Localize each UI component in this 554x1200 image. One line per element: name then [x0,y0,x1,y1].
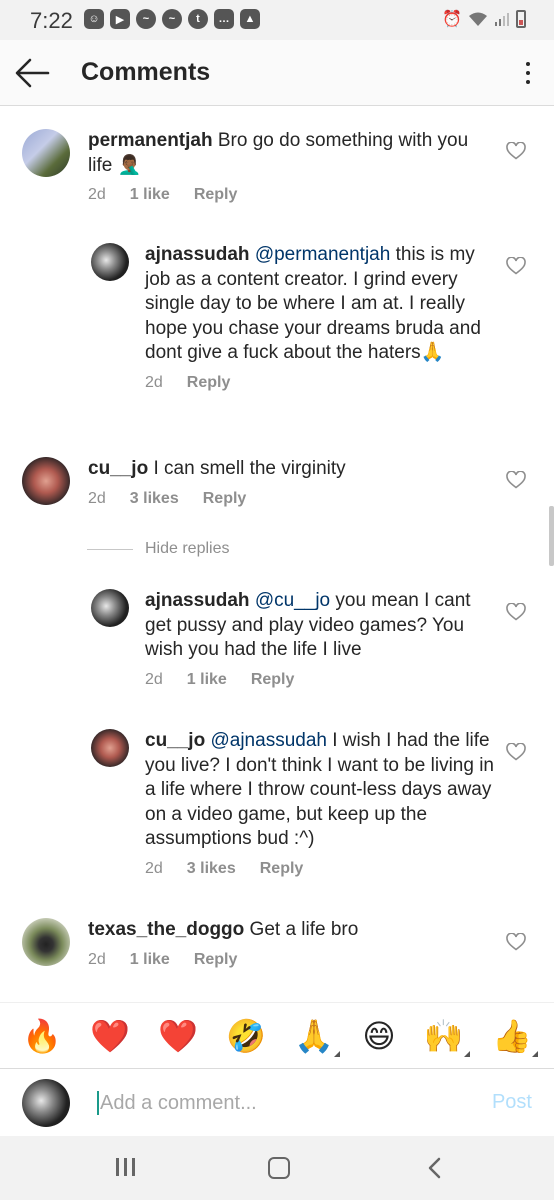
reply-button[interactable]: Reply [187,374,231,392]
likes-count[interactable]: 1 like [187,671,227,689]
back-chevron-icon[interactable] [424,1156,446,1180]
comment-text: I can smell the virginity [153,458,346,479]
tumblr-icon: t [188,9,208,29]
comment-text: Get a life bro [249,919,359,940]
text-cursor [97,1091,99,1115]
like-heart-icon[interactable] [506,257,526,275]
comment-input[interactable] [100,1089,460,1117]
like-heart-icon[interactable] [506,933,526,951]
system-nav-bar [0,1136,554,1200]
system-status-icons: ⏰ [442,9,526,29]
chat-icon: … [214,9,234,29]
status-time: 7:22 [30,8,73,33]
reply-button[interactable]: Reply [203,490,247,508]
likes-count[interactable]: 1 like [130,951,170,969]
notification-icons: ☺ ▶ ~ ~ t … ▲ [84,9,260,29]
heart-emoji-button[interactable]: ❤️ [158,1017,198,1055]
comment: permanentjah Bro go do something with yo… [22,129,488,204]
raised-hands-emoji-glyph: 🙌 [423,1016,464,1055]
arrow-left-icon[interactable] [14,56,50,90]
comment-time: 2d [145,670,163,688]
avatar[interactable] [91,243,129,281]
scrollbar[interactable] [549,506,554,566]
post-button[interactable]: Post [492,1091,532,1114]
like-heart-icon[interactable] [506,743,526,761]
comment: texas_the_doggo Get a life bro 2d 1 like… [22,918,488,969]
status-bar: 7:22 ☺ ▶ ~ ~ t … ▲ ⏰ [0,0,554,40]
reply-button[interactable]: Reply [260,860,304,878]
like-heart-icon[interactable] [506,142,526,160]
mention-link[interactable]: @cu__jo [255,590,330,611]
avatar[interactable] [22,457,70,505]
divider [87,548,133,550]
comment-time: 2d [145,859,163,877]
likes-count[interactable]: 1 like [130,186,170,204]
comment-time: 2d [88,950,106,968]
comment-username[interactable]: texas_the_doggo [88,919,244,940]
avatar [22,1079,70,1127]
skin-tone-indicator-icon [531,1050,538,1057]
reply-button[interactable]: Reply [194,951,238,969]
fire-emoji-button[interactable]: 🔥 [22,1017,62,1055]
comment-username[interactable]: permanentjah [88,130,213,151]
heart-emoji-button[interactable]: ❤️ [90,1017,130,1055]
thumbs-up-emoji-button[interactable]: 👍 [491,1016,538,1057]
emoji-quick-bar: 🔥 ❤️ ❤️ 🤣 🙏 😄 🙌 👍 [0,1002,554,1068]
like-heart-icon[interactable] [506,471,526,489]
reply-comment: ajnassudah @permanentjah this is my job … [91,243,495,392]
reply-button[interactable]: Reply [194,186,238,204]
comment-time: 2d [145,373,163,391]
discord-icon: ☺ [84,9,104,29]
raised-hands-emoji-button[interactable]: 🙌 [423,1016,470,1057]
more-vertical-icon[interactable] [524,62,532,84]
comment-username[interactable]: ajnassudah [145,244,250,265]
page-title: Comments [81,58,211,86]
alarm-icon: ⏰ [442,11,462,28]
pray-emoji-glyph: 🙏 [294,1016,335,1055]
reply-button[interactable]: Reply [251,671,295,689]
avatar[interactable] [22,918,70,966]
mention-link[interactable]: @permanentjah [255,244,390,265]
pray-emoji-button[interactable]: 🙏 [294,1016,341,1057]
avatar[interactable] [91,589,129,627]
comment-username[interactable]: cu__jo [88,458,148,479]
like-heart-icon[interactable] [506,603,526,621]
messenger-icon: ~ [162,9,182,29]
home-icon[interactable] [268,1157,290,1179]
comment-time: 2d [88,489,106,507]
likes-count[interactable]: 3 likes [130,490,179,508]
recent-apps-icon[interactable] [116,1158,135,1176]
reply-comment: cu__jo @ajnassudah I wish I had the life… [91,729,495,878]
skin-tone-indicator-icon [334,1050,341,1057]
gallery-icon: ▲ [240,9,260,29]
signal-icon [495,13,509,26]
comment: cu__jo I can smell the virginity 2d 3 li… [22,457,488,508]
header: Comments [0,40,554,106]
battery-low-icon [516,10,526,28]
hide-replies-toggle[interactable]: Hide replies [87,540,229,558]
add-comment-bar: Post [0,1068,554,1136]
comment-username[interactable]: cu__jo [145,730,205,751]
youtube-icon: ▶ [110,9,130,29]
comment-username[interactable]: ajnassudah [145,590,250,611]
messenger-icon: ~ [136,9,156,29]
hide-replies-label[interactable]: Hide replies [145,540,229,558]
thumbs-up-emoji-glyph: 👍 [491,1016,532,1055]
rofl-emoji-button[interactable]: 🤣 [226,1017,266,1055]
skin-tone-indicator-icon [463,1050,470,1057]
likes-count[interactable]: 3 likes [187,860,236,878]
wifi-icon [469,12,487,26]
comment-time: 2d [88,186,106,203]
avatar[interactable] [91,729,129,767]
smile-emoji-button[interactable]: 😄 [362,1017,395,1055]
reply-comment: ajnassudah @cu__jo you mean I cant get p… [91,589,495,689]
avatar[interactable] [22,129,70,177]
mention-link[interactable]: @ajnassudah [210,730,326,751]
